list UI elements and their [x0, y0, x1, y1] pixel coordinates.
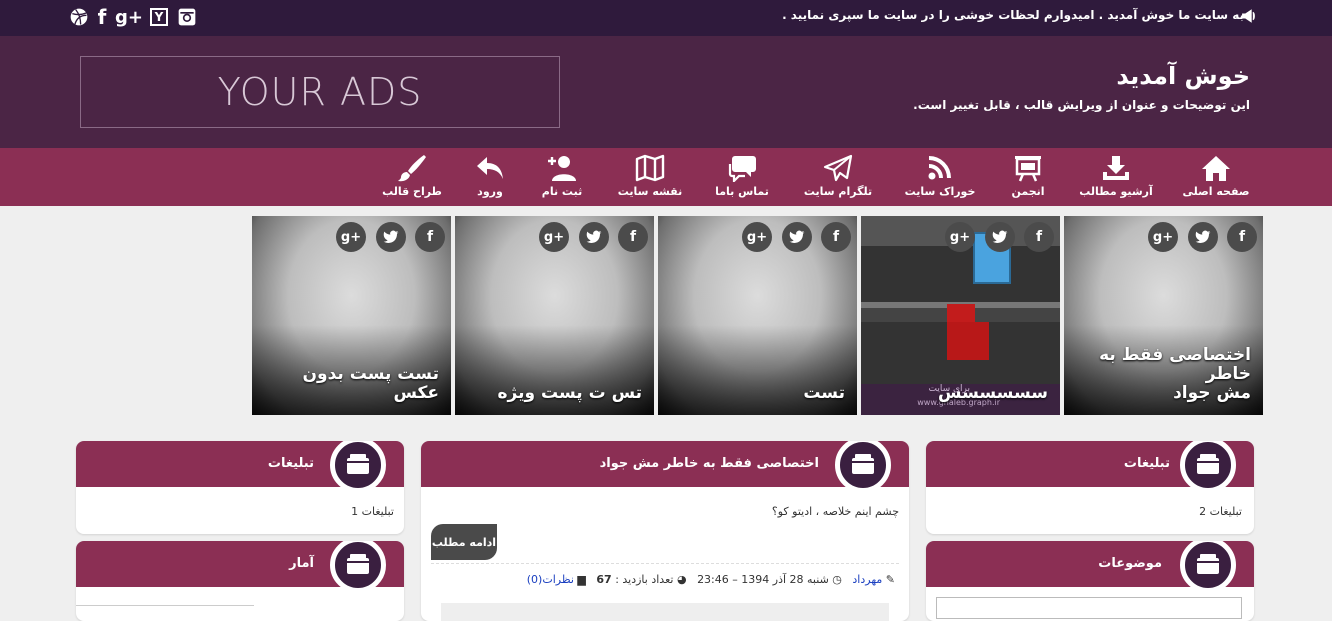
- google-plus-icon[interactable]: g+: [1148, 222, 1178, 252]
- paper-plane-icon: [823, 154, 853, 182]
- slider-tile[interactable]: f g+ اختصاصی فقط به خاطر مش جواد: [1064, 216, 1263, 415]
- post-date: شنبه 28 آذر 1394 – 23:46: [697, 573, 829, 586]
- slider-tile[interactable]: برای سایت www.ghaleb.graph.ir f g+ سسسسس…: [861, 216, 1060, 415]
- nav-item-telegram[interactable]: تلگرام سایت: [798, 148, 878, 206]
- welcome-text: به سایت ما خوش آمدید . امیدوارم لحظات خو…: [782, 8, 1244, 22]
- top-bar: به سایت ما خوش آمدید . امیدوارم لحظات خو…: [0, 0, 1332, 36]
- post-summary: چشم اینم خلاصه ، ادیتو کو؟: [771, 505, 899, 518]
- reply-arrow-icon: [477, 157, 503, 179]
- post-title[interactable]: اختصاصی فقط به خاطر مش جواد: [600, 456, 819, 471]
- facebook-icon[interactable]: f: [821, 222, 851, 252]
- facebook-icon[interactable]: f: [1227, 222, 1257, 252]
- nav-item-label: انجمن: [1011, 185, 1045, 198]
- chat-bubbles-icon: [728, 156, 756, 182]
- slider-caption: تست: [803, 383, 845, 403]
- twitter-icon[interactable]: [1188, 222, 1218, 252]
- nav-item-sitemap[interactable]: نقشه سایت: [610, 148, 690, 206]
- pencil-icon: ✎: [885, 573, 895, 586]
- site-title: خوش آمدید: [1116, 62, 1250, 90]
- topics-select[interactable]: [936, 597, 1242, 619]
- nav-item-label: نقشه سایت: [617, 185, 683, 198]
- clock-icon: ◷: [832, 573, 842, 586]
- nav-item-label: تماس باما: [715, 185, 769, 198]
- slider-caption: تس ت پست ویژه: [497, 383, 643, 403]
- nav-item-forum[interactable]: انجمن: [988, 148, 1068, 206]
- nav-item-contact[interactable]: تماس باما: [702, 148, 782, 206]
- post-author[interactable]: مهرداد: [852, 573, 882, 586]
- nav-item-label: صفحه اصلی: [1182, 185, 1250, 198]
- pie-chart-icon: ◕: [676, 573, 687, 586]
- nav-item-archive[interactable]: آرشیو مطالب: [1076, 148, 1156, 206]
- google-plus-icon[interactable]: g+: [539, 222, 569, 252]
- post-card: اختصاصی فقط به خاطر مش جواد چشم اینم خلا…: [421, 441, 909, 621]
- header-ads-banner[interactable]: YOUR ADS: [80, 56, 560, 128]
- widget-title: آمار: [289, 556, 314, 571]
- slider-tile[interactable]: f g+ تست پست بدون عکس: [252, 216, 451, 415]
- presentation-board-icon: [1015, 156, 1041, 182]
- nav-item-designer[interactable]: طراح قالب: [372, 148, 452, 206]
- paint-brush-icon: [398, 155, 426, 182]
- slider-tile[interactable]: f g+ تس ت پست ویژه: [455, 216, 654, 415]
- slider-caption: اختصاصی فقط به خاطر مش جواد: [1099, 345, 1251, 403]
- twitter-icon[interactable]: [376, 222, 406, 252]
- twitter-icon[interactable]: [985, 222, 1015, 252]
- twitter-icon[interactable]: [782, 222, 812, 252]
- nav-item-label: آرشیو مطالب: [1079, 185, 1153, 198]
- topics-widget: موضوعات: [926, 541, 1254, 621]
- nav-item-label: خوراک سایت: [904, 185, 976, 198]
- home-icon: [1202, 156, 1230, 181]
- comments-link[interactable]: نظرات(0): [527, 573, 574, 586]
- nav-item-label: ورود: [477, 185, 503, 198]
- slider-caption: سسسسسس: [938, 383, 1048, 403]
- instagram-icon[interactable]: [176, 6, 198, 28]
- facebook-icon[interactable]: f: [415, 222, 445, 252]
- site-description: این توضیحات و عنوان از ویرایش قالب ، قاب…: [913, 98, 1250, 112]
- download-icon: [1103, 156, 1129, 180]
- facebook-icon[interactable]: f: [94, 5, 110, 29]
- dribbble-icon[interactable]: [68, 6, 90, 28]
- google-plus-icon[interactable]: g+: [945, 222, 975, 252]
- google-plus-icon[interactable]: g+: [742, 222, 772, 252]
- nav-item-login[interactable]: ورود: [450, 148, 530, 206]
- views-value: 67: [596, 573, 612, 586]
- widget-body-text: تبلیغات 2: [1199, 505, 1242, 518]
- slider-tile[interactable]: f g+ تست: [658, 216, 857, 415]
- twitter-icon[interactable]: [579, 222, 609, 252]
- user-add-icon: [548, 156, 576, 181]
- slider-caption: تست پست بدون عکس: [302, 364, 439, 403]
- nav-item-label: ثبت نام: [541, 185, 583, 198]
- nav-item-label: تلگرام سایت: [803, 185, 873, 198]
- map-icon: [635, 154, 665, 182]
- google-plus-icon[interactable]: g+: [336, 222, 366, 252]
- widget-title: موضوعات: [1098, 556, 1162, 571]
- widget-title: تبلیغات: [1123, 456, 1170, 471]
- facebook-icon[interactable]: f: [618, 222, 648, 252]
- nav-item-home[interactable]: صفحه اصلی: [1176, 148, 1256, 206]
- y-combinator-icon[interactable]: Y: [148, 6, 170, 28]
- nav-item-register[interactable]: ثبت نام: [522, 148, 602, 206]
- next-post-strip: [441, 603, 889, 621]
- post-meta: ✎ مهرداد ◷ شنبه 28 آذر 1394 – 23:46 ◕ تع…: [527, 573, 895, 586]
- megaphone-icon: [1240, 5, 1262, 27]
- ads-widget-left: تبلیغات تبلیغات 1: [76, 441, 404, 534]
- nav-item-feed[interactable]: خوراک سایت: [900, 148, 980, 206]
- ads-widget-right: تبلیغات تبلیغات 2: [926, 441, 1254, 534]
- nav-item-label: طراح قالب: [382, 185, 442, 198]
- google-plus-icon[interactable]: g+: [115, 6, 143, 28]
- widget-body-text: تبلیغات 1: [351, 505, 394, 518]
- facebook-icon[interactable]: f: [1024, 222, 1054, 252]
- widget-title: تبلیغات: [267, 456, 314, 471]
- views-label: تعداد بازدید :: [615, 573, 674, 586]
- stats-widget: آمار: [76, 541, 404, 621]
- comment-icon: ▆: [577, 573, 586, 586]
- rss-icon: [928, 156, 951, 180]
- read-more-button[interactable]: ادامه مطلب: [431, 524, 497, 560]
